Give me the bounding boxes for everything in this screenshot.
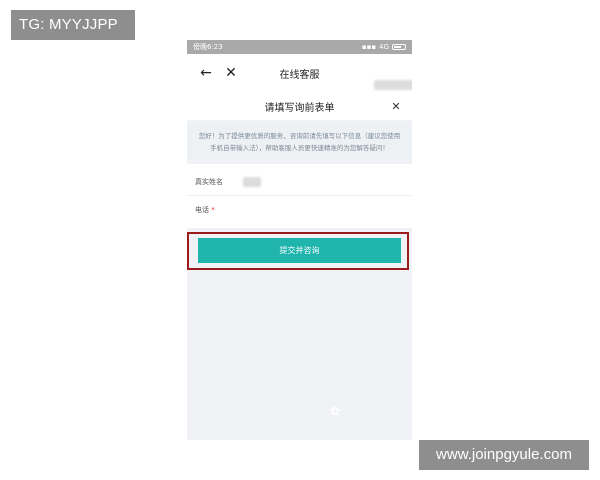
submit-consult-button[interactable]: 提交并咨询 (198, 238, 401, 263)
paw-icon: ✿ (330, 404, 341, 418)
real-name-input[interactable] (243, 176, 261, 187)
submit-highlight: 提交并咨询 (187, 232, 409, 270)
required-mark: * (211, 206, 215, 214)
status-icons: ▪▪▪ 4G (362, 43, 406, 51)
page-title: 在线客服 (279, 69, 320, 81)
field-label-phone: 电话 * (195, 205, 243, 215)
watermark-top: TG: MYYJJPP (11, 10, 135, 40)
battery-icon (392, 44, 406, 50)
status-time: 傍晚6:23 (193, 43, 223, 51)
phone-input[interactable] (374, 80, 412, 90)
network-label: 4G (379, 43, 389, 51)
form-close-icon[interactable]: ✕ (388, 92, 404, 120)
watermark-bottom: www.joinpgyule.com (419, 440, 589, 470)
field-phone: 电话 * (187, 80, 412, 224)
close-icon[interactable]: ✕ (220, 54, 242, 92)
form-notice: 您好！为了提供更优质的服务，咨询前请先填写以下信息（建议您使用手机自带输入法），… (187, 124, 412, 160)
form-title: 请填写询前表单 (264, 102, 335, 114)
form-fields: 真实姓名 电话 * (187, 80, 412, 228)
phone-label-text: 电话 (195, 206, 209, 214)
signal-icon: ▪▪▪ (361, 43, 377, 51)
form-header: 请填写询前表单 ✕ (187, 92, 412, 120)
field-label-real-name: 真实姓名 (195, 177, 223, 186)
field-real-name: 真实姓名 (187, 168, 412, 196)
status-bar: 傍晚6:23 ▪▪▪ 4G (187, 40, 412, 54)
arrow-left-icon[interactable]: ← (195, 54, 217, 92)
baidu-logo-watermark: ✿ (330, 400, 396, 422)
